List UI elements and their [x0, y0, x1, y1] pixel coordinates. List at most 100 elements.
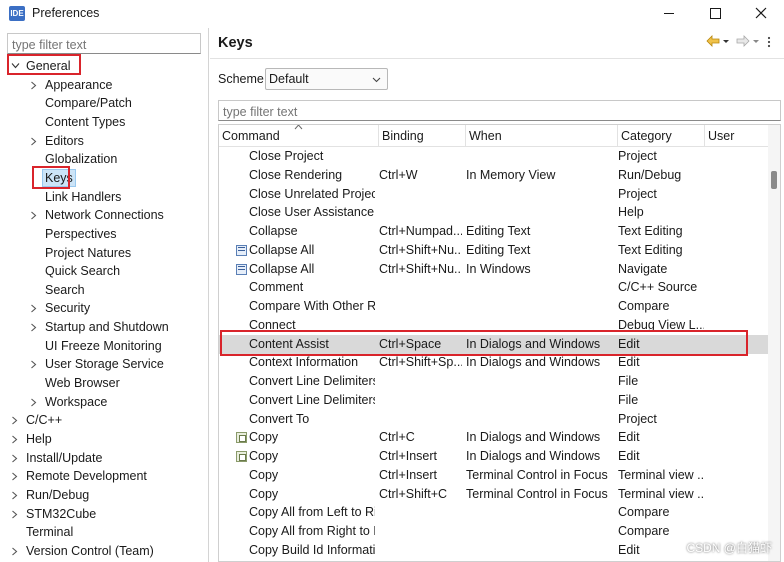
- tree-filter-input[interactable]: [7, 33, 201, 54]
- tree-item-label: Compare/Patch: [45, 96, 132, 111]
- cell-when: [466, 391, 614, 410]
- tree-item-startup-and-shutdown[interactable]: Startup and Shutdown: [0, 318, 208, 336]
- cell-command: Compare With Other Res: [249, 299, 375, 313]
- table-row[interactable]: Collapse Ctrl+Numpad... Editing Text Text E…: [219, 222, 769, 241]
- chevron-right-icon[interactable]: [10, 542, 20, 560]
- cell-user: [708, 203, 758, 222]
- cell-category: Run/Debug: [618, 167, 682, 182]
- cell-category: Edit: [618, 449, 640, 463]
- tree-item-label: Run/Debug: [26, 487, 90, 502]
- cell-when: [466, 278, 614, 297]
- tree-item-quick-search[interactable]: Quick Search: [0, 262, 208, 280]
- table-row[interactable]: Copy Ctrl+Shift+C Terminal Control in Focu…: [219, 485, 769, 504]
- tree-item-label: Help: [26, 432, 52, 446]
- forward-icon[interactable]: [736, 35, 750, 50]
- tree-item-version-control-team[interactable]: Version Control (Team): [0, 542, 208, 560]
- table-row[interactable]: Convert Line Delimiters t File: [219, 372, 769, 391]
- table-row[interactable]: Context Information Ctrl+Shift+Sp... In Di…: [219, 353, 769, 372]
- chevron-right-icon[interactable]: [10, 486, 20, 504]
- table-row[interactable]: Convert To Project: [219, 410, 769, 429]
- table-row[interactable]: Convert Line Delimiters t File: [219, 391, 769, 410]
- cell-binding: [379, 541, 462, 560]
- table-row[interactable]: Comment C/C++ Source: [219, 278, 769, 297]
- chevron-right-icon[interactable]: [29, 318, 39, 336]
- tree-item-terminal[interactable]: Terminal: [0, 523, 208, 541]
- tree-item-run-debug[interactable]: Run/Debug: [0, 486, 208, 504]
- table-row[interactable]: Copy Ctrl+Insert In Dialogs and Windows Edi…: [219, 447, 769, 466]
- tree-item-c-c[interactable]: C/C++: [0, 411, 208, 429]
- cell-binding: Ctrl+Insert: [379, 449, 438, 463]
- chevron-right-icon[interactable]: [29, 355, 39, 373]
- tree-item-security[interactable]: Security: [0, 299, 208, 317]
- tree-item-compare-patch[interactable]: Compare/Patch: [0, 94, 208, 112]
- chevron-right-icon[interactable]: [10, 505, 20, 523]
- ide-app-icon: IDE: [9, 6, 25, 21]
- table-row[interactable]: Close Rendering Ctrl+W In Memory View Run/D…: [219, 166, 769, 185]
- tree-item-project-natures[interactable]: Project Natures: [0, 244, 208, 262]
- minimize-button[interactable]: [646, 0, 692, 28]
- chevron-right-icon[interactable]: [10, 430, 20, 448]
- more-options-icon[interactable]: [766, 35, 772, 52]
- vertical-scrollbar[interactable]: [768, 125, 780, 561]
- tree-item-content-types[interactable]: Content Types: [0, 113, 208, 131]
- table-row[interactable]: Close Project Project: [219, 147, 769, 166]
- tree-item-label: Remote Development: [26, 469, 147, 484]
- tree-item-install-update[interactable]: Install/Update: [0, 449, 208, 467]
- table-row[interactable]: Close User Assistance Tra Help: [219, 203, 769, 222]
- tree-item-editors[interactable]: Editors: [0, 132, 208, 150]
- tree-item-web-browser[interactable]: Web Browser: [0, 374, 208, 392]
- cell-when: [466, 185, 614, 204]
- chevron-right-icon[interactable]: [29, 206, 39, 224]
- column-header-command[interactable]: Command: [219, 125, 379, 147]
- table-row[interactable]: Compare With Other Res Compare: [219, 297, 769, 316]
- chevron-right-icon[interactable]: [10, 467, 20, 485]
- chevron-right-icon[interactable]: [10, 449, 20, 467]
- chevron-right-icon[interactable]: [29, 393, 39, 411]
- chevron-right-icon[interactable]: [29, 132, 39, 150]
- cell-category: Terminal view ...: [618, 486, 704, 501]
- cell-binding: [379, 278, 462, 297]
- table-row[interactable]: Collapse All Ctrl+Shift+Nu... In Windows Na…: [219, 260, 769, 279]
- tree-item-workspace[interactable]: Workspace: [0, 393, 208, 411]
- cell-when: [466, 297, 614, 316]
- column-header-binding[interactable]: Binding: [379, 125, 466, 147]
- tree-item-perspectives[interactable]: Perspectives: [0, 225, 208, 243]
- cell-binding: [379, 147, 462, 166]
- column-header-category[interactable]: Category: [618, 125, 705, 147]
- tree-item-help[interactable]: Help: [0, 430, 208, 448]
- chevron-right-icon[interactable]: [29, 299, 39, 317]
- chevron-right-icon[interactable]: [10, 411, 20, 429]
- tree-item-label: Search: [45, 282, 85, 297]
- column-header-when[interactable]: When: [466, 125, 618, 147]
- scheme-dropdown[interactable]: Default: [265, 68, 388, 90]
- table-row[interactable]: Copy Ctrl+Insert Terminal Control in Focus…: [219, 466, 769, 485]
- tree-item-network-connections[interactable]: Network Connections: [0, 206, 208, 224]
- column-header-user[interactable]: User: [705, 125, 769, 147]
- copy-icon: [236, 451, 247, 462]
- scrollbar-thumb[interactable]: [771, 171, 777, 189]
- table-row[interactable]: Copy Ctrl+C In Dialogs and Windows Edit: [219, 428, 769, 447]
- forward-dropdown-icon[interactable]: [752, 35, 760, 50]
- table-row[interactable]: Collapse All Ctrl+Shift+Nu... Editing Text…: [219, 241, 769, 260]
- maximize-button[interactable]: [692, 0, 738, 28]
- chevron-right-icon[interactable]: [29, 76, 39, 94]
- tree-item-link-handlers[interactable]: Link Handlers: [0, 188, 208, 206]
- cell-binding: Ctrl+C: [379, 430, 415, 445]
- back-icon[interactable]: [706, 35, 720, 50]
- table-row[interactable]: Copy All from Left to Rig Compare: [219, 503, 769, 522]
- tree-item-ui-freeze-monitoring[interactable]: UI Freeze Monitoring: [0, 337, 208, 355]
- back-dropdown-icon[interactable]: [722, 35, 730, 50]
- tree-item-stm32cube[interactable]: STM32Cube: [0, 505, 208, 523]
- cell-user: [708, 353, 758, 372]
- table-row[interactable]: Close Unrelated Projects Project: [219, 185, 769, 204]
- tree-item-search[interactable]: Search: [0, 281, 208, 299]
- tree-item-remote-development[interactable]: Remote Development: [0, 467, 208, 485]
- cell-category: Project: [618, 186, 657, 201]
- tree-item-appearance[interactable]: Appearance: [0, 76, 208, 94]
- close-button[interactable]: [738, 0, 784, 28]
- cell-user: [708, 166, 758, 185]
- tree-item-user-storage-service[interactable]: User Storage Service: [0, 355, 208, 373]
- tree-item-label: Workspace: [45, 394, 108, 409]
- keys-filter-input[interactable]: [218, 100, 781, 121]
- cell-user: [708, 297, 758, 316]
